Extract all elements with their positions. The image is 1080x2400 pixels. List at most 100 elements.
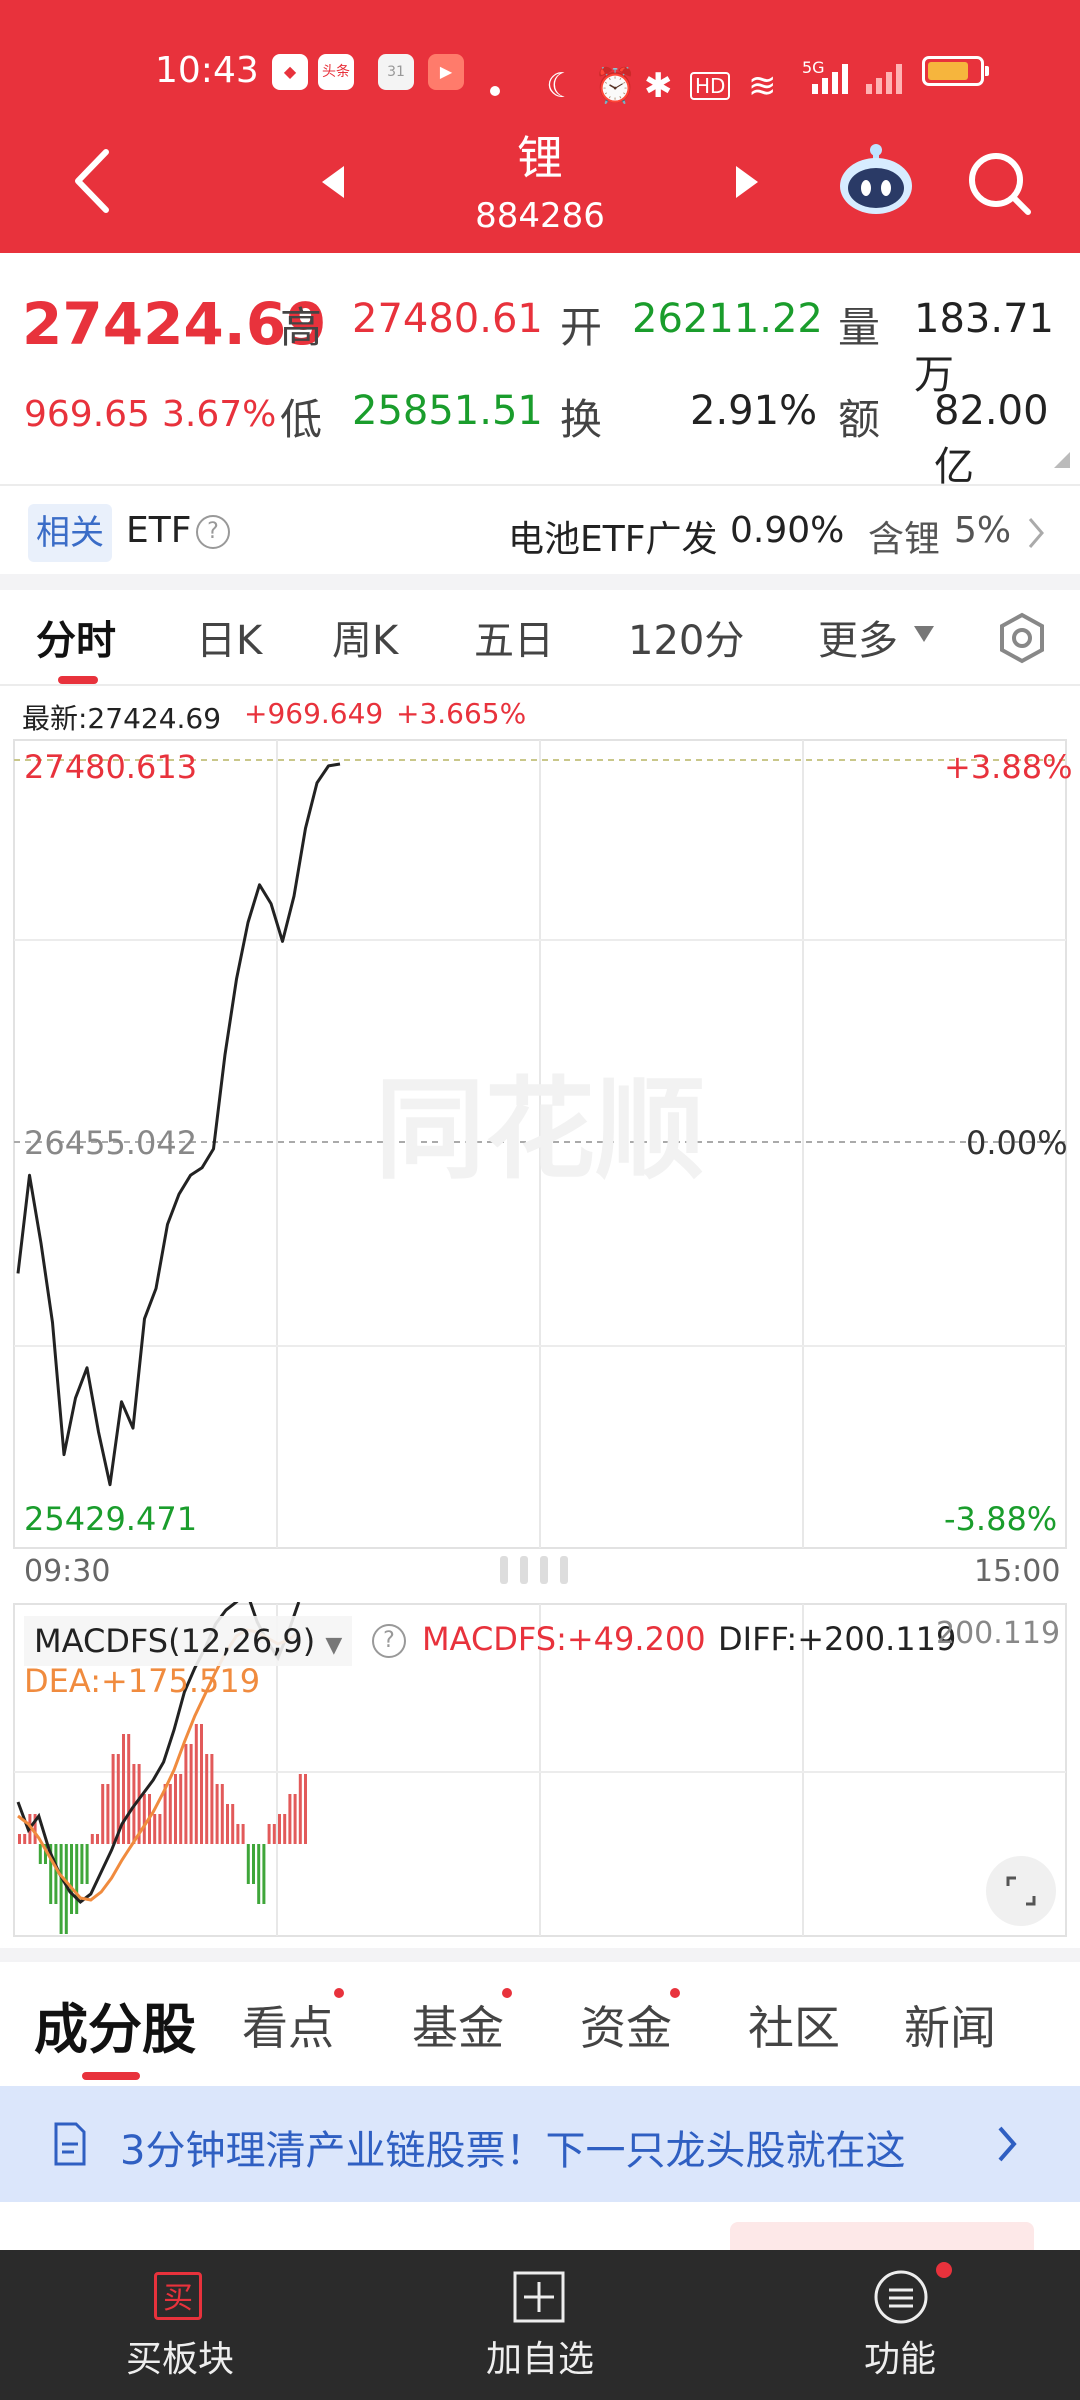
chevron-right-icon[interactable]: [1026, 516, 1046, 550]
macd-bar: [241, 1824, 245, 1844]
macd-bar: [153, 1814, 157, 1844]
divider: [0, 484, 1080, 486]
section-gap: [0, 574, 1080, 590]
macd-bar: [215, 1784, 219, 1844]
macd-bar: [23, 1834, 27, 1844]
macd-bar: [142, 1794, 146, 1844]
tab-news[interactable]: 新闻: [904, 1992, 996, 2058]
macd-bar: [122, 1734, 125, 1844]
macd-bar: [194, 1724, 198, 1844]
tab-highlights[interactable]: 看点: [242, 1992, 334, 2058]
dropdown-icon: ▼: [325, 1633, 343, 1658]
tab-funds[interactable]: 基金: [412, 1992, 504, 2058]
macd-bar: [75, 1844, 79, 1914]
app-notification-icon: ◆: [272, 54, 308, 90]
active-bottom-tab-indicator: [82, 2072, 140, 2080]
tab-more[interactable]: 更多: [818, 608, 898, 666]
macd-bar: [80, 1844, 84, 1884]
macd-bar: [184, 1744, 188, 1844]
macd-bar: [246, 1844, 250, 1884]
unread-dot: [334, 1988, 344, 1998]
macd-bar: [106, 1784, 110, 1844]
toutiao-icon: 头条: [318, 54, 354, 90]
macd-bar: [189, 1744, 193, 1844]
axis-base-value: 26455.042: [24, 1124, 198, 1162]
wifi-icon: ≋: [748, 66, 777, 106]
macd-name: MACDFS(12,26,9): [34, 1622, 316, 1660]
expand-corner-icon[interactable]: [1052, 450, 1072, 470]
chevron-right-icon[interactable]: [996, 2124, 1020, 2164]
robot-assistant-icon[interactable]: [836, 140, 916, 220]
macd-bar: [236, 1824, 240, 1844]
macd-bar: [54, 1844, 58, 1904]
macd-bar: [101, 1784, 105, 1844]
macd-bar: [85, 1844, 89, 1884]
etf-name[interactable]: 电池ETF广发: [508, 510, 717, 562]
active-tab-indicator: [58, 676, 98, 684]
volume-value: 183.71万: [914, 296, 1054, 398]
macd-bar: [38, 1844, 42, 1864]
document-icon: [54, 2122, 86, 2166]
bluetooth-icon: ✱: [644, 66, 673, 106]
watermark: 同花顺: [375, 1069, 705, 1192]
macd-bar: [257, 1844, 261, 1904]
macd-bar: [200, 1724, 203, 1844]
low-label: 低: [280, 395, 323, 444]
macd-bar: [174, 1774, 177, 1844]
macd-indicator-selector[interactable]: MACDFS(12,26,9) ▼: [24, 1616, 353, 1666]
macd-bar: [293, 1794, 297, 1844]
high-label: 高: [280, 303, 323, 352]
macd-bar: [304, 1774, 307, 1844]
macd-bar: [111, 1754, 115, 1844]
macd-bar: [205, 1754, 209, 1844]
macd-bar: [96, 1834, 99, 1844]
macd-bar: [220, 1784, 224, 1844]
macd-bar: [90, 1834, 94, 1844]
add-watchlist-icon: [513, 2271, 565, 2323]
settings-icon[interactable]: [996, 612, 1048, 664]
function-button[interactable]: 功能: [864, 2330, 936, 2382]
page-title: 锂: [517, 131, 563, 185]
drag-handle-icon[interactable]: [490, 1552, 580, 1588]
tab-capital[interactable]: 资金: [580, 1992, 672, 2058]
buy-sector-button[interactable]: 买板块: [126, 2330, 234, 2382]
tab-intraday[interactable]: 分时: [36, 608, 116, 666]
dea-value: DEA:+175.519: [24, 1662, 261, 1700]
start-time: 09:30: [24, 1554, 111, 1589]
etf-holding-value: 5%: [954, 510, 1012, 551]
status-bar: 10:43 ◆ 头条 31 ▶ ☾ ⏰ ✱ HD ≋ 5G: [0, 36, 1080, 106]
tab-community[interactable]: 社区: [748, 1992, 840, 2058]
macd-bar: [168, 1784, 172, 1844]
unread-dot: [502, 1988, 512, 1998]
turnover-value: 2.91%: [690, 388, 818, 434]
calendar-icon: 31: [378, 54, 414, 90]
axis-min-value: 25429.471: [24, 1500, 198, 1538]
etf-change: 0.90%: [730, 510, 845, 551]
notification-dot: [936, 2262, 952, 2278]
status-time: 10:43: [155, 50, 259, 91]
macd-help-icon[interactable]: ?: [372, 1624, 406, 1658]
open-value: 26211.22: [632, 296, 823, 342]
diff-value: DIFF:+200.119: [718, 1620, 957, 1658]
macd-bar: [210, 1754, 214, 1844]
tab-five-day[interactable]: 五日: [474, 608, 554, 666]
tab-constituents[interactable]: 成分股: [34, 1985, 196, 2064]
dropdown-icon[interactable]: [912, 624, 936, 644]
volume-label: 量: [838, 303, 881, 352]
help-icon[interactable]: ?: [196, 515, 230, 549]
tab-weekly-k[interactable]: 周K: [332, 608, 398, 666]
signal-icon: [812, 64, 902, 94]
open-label: 开: [560, 303, 603, 352]
tab-120-min[interactable]: 120分: [628, 608, 744, 666]
next-icon[interactable]: [732, 162, 762, 202]
tab-daily-k[interactable]: 日K: [196, 608, 262, 666]
macd-bar: [283, 1814, 287, 1844]
macd-bar: [158, 1814, 162, 1844]
amount-value: 82.00亿: [934, 388, 1049, 490]
moon-icon: ☾: [546, 66, 577, 106]
fullscreen-button[interactable]: [986, 1856, 1056, 1926]
add-watchlist-button[interactable]: 加自选: [486, 2330, 594, 2382]
search-icon[interactable]: [964, 148, 1034, 218]
amount-label: 额: [838, 395, 881, 444]
axis-min-percent: -3.88%: [944, 1500, 1058, 1538]
